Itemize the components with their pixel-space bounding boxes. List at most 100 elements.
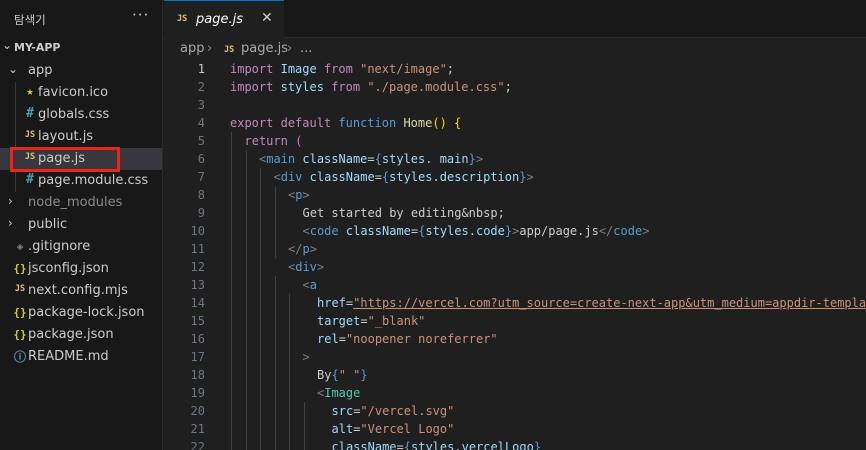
tree-item-label: jsconfig.json bbox=[28, 261, 109, 276]
code-token: className bbox=[309, 170, 375, 184]
tab-label: page.js bbox=[196, 12, 243, 27]
tree-file[interactable]: # page.module.css bbox=[0, 170, 162, 192]
tree-item-label: package-lock.json bbox=[28, 305, 145, 320]
tree-item-label: .gitignore bbox=[28, 239, 91, 254]
breadcrumb: app › JS page.js › ... bbox=[163, 39, 866, 61]
code-line[interactable]: <code className={styles.code}>app/page.j… bbox=[303, 222, 650, 240]
code-line[interactable]: href="https://vercel.com?utm_source=crea… bbox=[317, 294, 866, 312]
code-editor[interactable]: 1 2 3 4 5 6 7 8 9 10 11 12 13 14 15 16 17 18 19 20 21 22 impo… bbox=[163, 60, 866, 450]
code-token: code bbox=[309, 224, 339, 238]
breadcrumb-file[interactable]: page.js bbox=[241, 41, 288, 56]
code-line[interactable]: target="_blank" bbox=[317, 312, 425, 330]
tree-file[interactable]: {} package-lock.json bbox=[0, 302, 162, 324]
indent-guide bbox=[231, 132, 232, 450]
code-line[interactable]: > bbox=[303, 348, 310, 366]
tab-page-js[interactable]: JS page.js ✕ bbox=[164, 0, 284, 38]
code-token: { bbox=[403, 440, 411, 450]
code-line[interactable]: <div> bbox=[288, 258, 324, 276]
code-token: . bbox=[432, 170, 440, 184]
code-line[interactable]: alt="Vercel Logo" bbox=[332, 420, 455, 438]
code-token: = bbox=[396, 440, 404, 450]
tree-file[interactable]: {} jsconfig.json bbox=[0, 258, 162, 280]
code-token: main bbox=[439, 152, 469, 166]
code-token: < bbox=[273, 170, 281, 184]
editor-tab-bar: JS page.js ✕ bbox=[163, 0, 866, 38]
code-line[interactable]: src="/vercel.svg" bbox=[332, 402, 455, 420]
tree-file[interactable]: # globals.css bbox=[0, 104, 162, 126]
code-token: "./page.module.css" bbox=[367, 80, 505, 94]
indent-guide bbox=[289, 294, 290, 366]
code-line[interactable]: <a bbox=[303, 276, 317, 294]
code-token: export bbox=[230, 116, 274, 130]
code-token: . bbox=[454, 440, 462, 450]
breadcrumb-folder[interactable]: app bbox=[180, 41, 204, 56]
tree-folder[interactable]: ⌄ app bbox=[0, 60, 162, 82]
code-line[interactable]: rel="noopener noreferrer" bbox=[317, 330, 498, 348]
tree-folder[interactable]: › node_modules bbox=[0, 192, 162, 214]
line-number: 11 bbox=[190, 242, 205, 256]
code-line[interactable]: <div className={styles.description}> bbox=[274, 168, 534, 186]
tree-file[interactable]: ◈ .gitignore bbox=[0, 236, 162, 258]
code-line[interactable]: className={styles.vercelLogo} bbox=[332, 438, 542, 450]
tree-file[interactable]: JS layout.js bbox=[0, 126, 162, 148]
code-token: = bbox=[374, 170, 382, 184]
code-token: "https://vercel.com?utm_source=create-ne… bbox=[353, 296, 866, 310]
code-token: a bbox=[309, 278, 317, 292]
code-token: "Vercel Logo" bbox=[360, 422, 455, 436]
tree-file[interactable]: JS page.js bbox=[0, 148, 162, 170]
code-token: "_blank" bbox=[367, 314, 426, 328]
code-line[interactable]: Get started by editing&nbsp; bbox=[303, 204, 505, 222]
line-number: 14 bbox=[190, 296, 205, 310]
line-number: 4 bbox=[197, 116, 205, 130]
code-token: > bbox=[302, 188, 310, 202]
code-token: } bbox=[360, 368, 368, 382]
code-token: > bbox=[302, 350, 310, 364]
tree-item-label: README.md bbox=[28, 349, 109, 364]
tree-item-label: page.module.css bbox=[38, 173, 149, 188]
code-line[interactable]: </p> bbox=[288, 240, 317, 258]
tree-folder[interactable]: › public bbox=[0, 214, 162, 236]
code-token: Home bbox=[403, 116, 433, 130]
code-token: Image bbox=[280, 62, 317, 76]
favicon-star-icon: ★ bbox=[26, 84, 34, 98]
tree-file[interactable]: ★ favicon.ico bbox=[0, 82, 162, 104]
code-token: import bbox=[230, 62, 274, 76]
code-token: = bbox=[360, 314, 368, 328]
tree-item-label: globals.css bbox=[38, 107, 110, 122]
code-line[interactable]: By{" "} bbox=[317, 366, 368, 384]
code-token: ; bbox=[446, 62, 455, 76]
indent-guide bbox=[260, 168, 261, 450]
code-line[interactable]: import Image from "next/image"; bbox=[230, 60, 454, 78]
more-actions-icon[interactable]: ··· bbox=[132, 6, 149, 24]
code-token: code bbox=[613, 224, 643, 238]
code-line[interactable]: return ( bbox=[245, 132, 303, 150]
code-content[interactable]: import Image from "next/image"; import st… bbox=[230, 60, 866, 450]
code-line[interactable]: <main className={styles. main}> bbox=[259, 150, 483, 168]
code-token: { bbox=[374, 152, 382, 166]
tree-file[interactable]: {} package.json bbox=[0, 324, 162, 346]
workspace-section-header[interactable]: ⌄ MY-APP bbox=[0, 38, 162, 58]
code-line[interactable]: import styles from "./page.module.css"; bbox=[230, 78, 512, 96]
code-token: = bbox=[338, 332, 346, 346]
css-file-icon: # bbox=[26, 172, 34, 187]
code-token: description bbox=[439, 170, 520, 184]
code-token: ; bbox=[504, 80, 512, 94]
breadcrumb-symbols[interactable]: ... bbox=[300, 41, 312, 56]
tree-file[interactable]: JS next.config.mjs bbox=[0, 280, 162, 302]
indent-guide bbox=[289, 366, 290, 450]
line-number: 20 bbox=[190, 404, 205, 418]
code-token: By bbox=[317, 368, 332, 382]
code-token: function bbox=[338, 116, 397, 130]
line-number: 7 bbox=[197, 170, 205, 184]
code-line[interactable]: export default function Home() { bbox=[230, 114, 461, 132]
close-icon[interactable]: ✕ bbox=[261, 10, 273, 26]
code-token: < bbox=[302, 278, 310, 292]
code-token: > bbox=[316, 260, 325, 274]
code-line[interactable]: <p> bbox=[288, 186, 310, 204]
code-token: { bbox=[454, 116, 462, 130]
tree-file[interactable]: ⓘ README.md bbox=[0, 346, 162, 368]
code-line[interactable]: <Image bbox=[317, 384, 360, 402]
line-number: 9 bbox=[197, 206, 205, 220]
